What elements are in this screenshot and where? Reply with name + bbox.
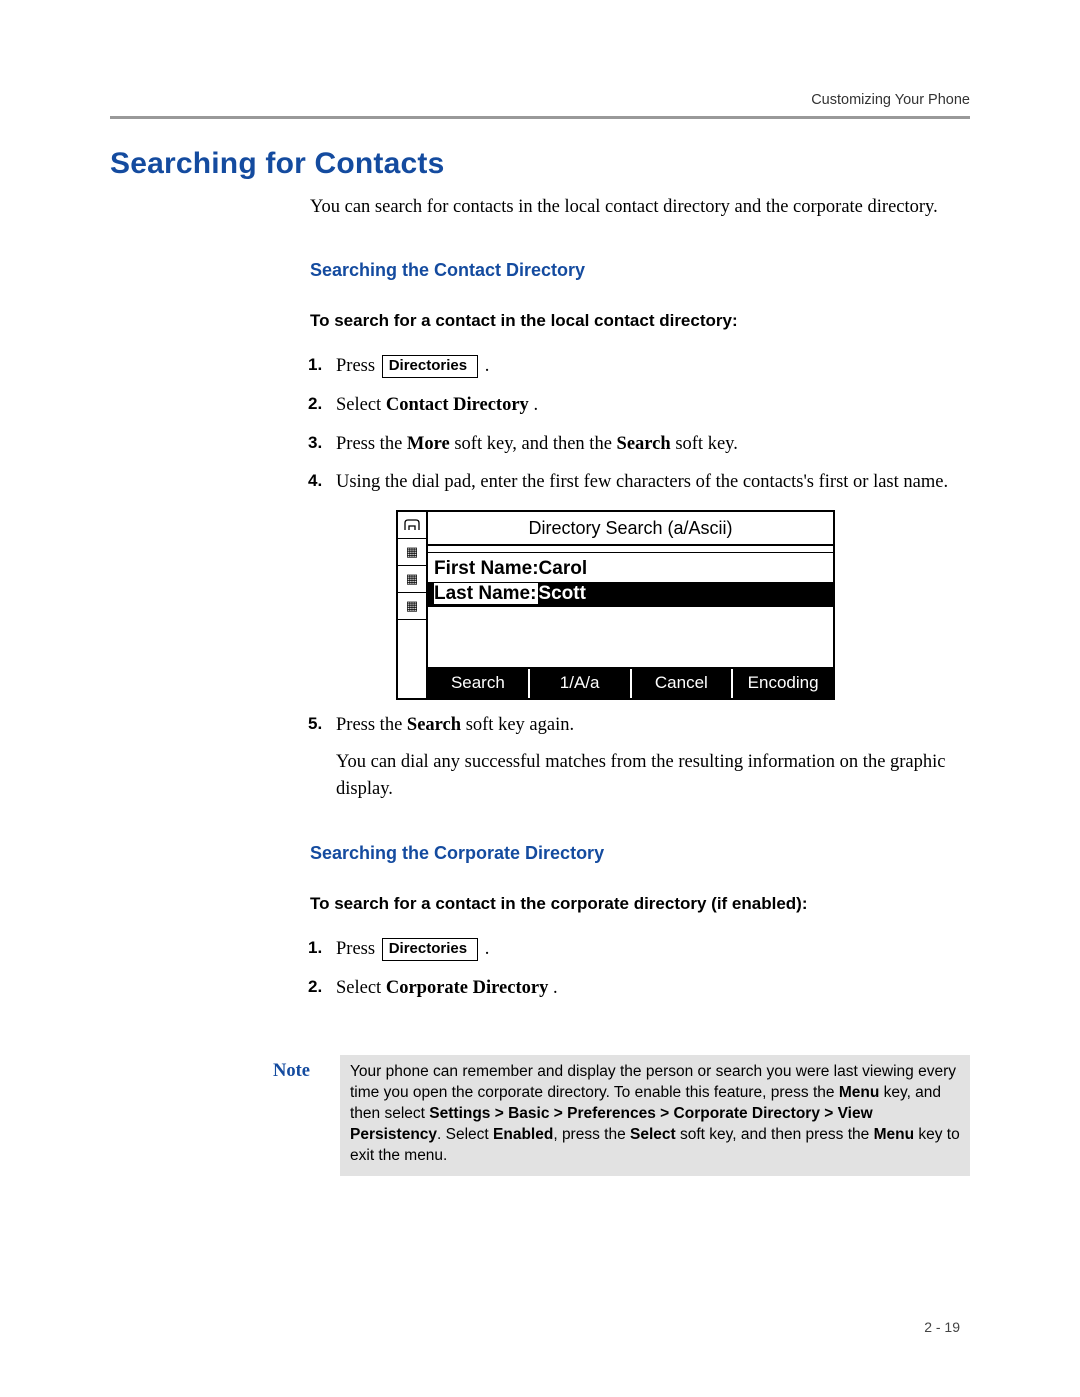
page-body: Customizing Your Phone Searching for Con… <box>0 0 1080 1236</box>
field-label: Last Name: <box>434 583 538 604</box>
field-label: First Name: <box>434 558 539 579</box>
bold-text: Enabled <box>493 1126 553 1143</box>
step-2: 2. Select Contact Directory . <box>312 392 970 419</box>
text: Press the <box>336 434 407 454</box>
task-heading-1: To search for a contact in the local con… <box>310 311 970 331</box>
keypad-icon: ▦ <box>398 539 426 566</box>
text: Select <box>336 395 386 415</box>
bold-text: Search <box>617 434 671 454</box>
text: , press the <box>553 1126 630 1143</box>
field-value: Carol <box>539 558 588 579</box>
step-4: 4. Using the dial pad, enter the first f… <box>312 469 970 700</box>
bold-text: Corporate Directory <box>386 978 549 998</box>
steps-list-1: 1. Press Directories . 2. Select Contact… <box>310 353 970 803</box>
divider <box>110 116 970 119</box>
text: . <box>485 356 490 376</box>
directories-key-icon: Directories <box>382 938 478 961</box>
step-number: 1. <box>308 936 322 961</box>
directories-key-icon: Directories <box>382 355 478 378</box>
text: soft key. <box>675 434 738 454</box>
lcd-sidebar: ▦ ▦ ▦ <box>398 512 428 698</box>
text: . <box>553 978 558 998</box>
subheading-contact-dir: Searching the Contact Directory <box>310 260 970 281</box>
softkey-search: Search <box>428 669 530 699</box>
lcd-last-name-row: Last Name:Scott <box>428 582 833 607</box>
step-number: 2. <box>308 975 322 1000</box>
softkey-encoding: Encoding <box>733 669 833 699</box>
bold-text: Menu <box>874 1126 914 1143</box>
note-body: Your phone can remember and display the … <box>340 1055 970 1176</box>
step-number: 3. <box>308 431 322 456</box>
text: . <box>485 939 490 959</box>
note-label: Note <box>250 1055 310 1082</box>
text: soft key, and then the <box>454 434 616 454</box>
step-number: 4. <box>308 469 322 494</box>
softkey-bar: Search 1/A/a Cancel Encoding <box>428 667 833 699</box>
lcd-fields: First Name:Carol Last Name:Scott <box>428 553 833 608</box>
step-number: 5. <box>308 712 322 737</box>
text: Press <box>336 939 380 959</box>
phone-lcd-screenshot: ▦ ▦ ▦ Directory Search (a/Ascii) First N… <box>396 510 835 700</box>
text: . Select <box>437 1126 493 1143</box>
step-5: 5. Press the Search soft key again. You … <box>312 712 970 802</box>
keypad-icon: ▦ <box>398 566 426 593</box>
step-number: 2. <box>308 392 322 417</box>
bold-text: Search <box>407 715 461 735</box>
text: Select <box>336 978 386 998</box>
text: soft key, and then press the <box>676 1126 874 1143</box>
intro-paragraph: You can search for contacts in the local… <box>310 195 970 220</box>
keypad-icon: ▦ <box>398 593 426 620</box>
text: . <box>533 395 538 415</box>
bold-text: Contact Directory <box>386 395 529 415</box>
bold-text: Menu <box>839 1084 879 1101</box>
step-2: 2. Select Corporate Directory . <box>312 975 970 1002</box>
text: Press <box>336 356 380 376</box>
followon-text: You can dial any successful matches from… <box>336 749 970 803</box>
text: soft key again. <box>466 715 574 735</box>
bold-text: Select <box>630 1126 676 1143</box>
subheading-corp-dir: Searching the Corporate Directory <box>310 843 970 864</box>
text: Press the <box>336 715 407 735</box>
task-heading-2: To search for a contact in the corporate… <box>310 894 970 914</box>
text: Using the dial pad, enter the first few … <box>336 472 948 492</box>
step-3: 3. Press the More soft key, and then the… <box>312 431 970 458</box>
page-number: 2 - 19 <box>924 1319 960 1335</box>
step-1: 1. Press Directories . <box>312 353 970 380</box>
lcd-title: Directory Search (a/Ascii) <box>428 512 833 546</box>
step-1: 1. Press Directories . <box>312 936 970 963</box>
running-header: Customizing Your Phone <box>110 92 970 108</box>
field-value: Scott <box>538 583 586 604</box>
content-column: You can search for contacts in the local… <box>310 195 970 1001</box>
bold-text: More <box>407 434 450 454</box>
softkey-cancel: Cancel <box>632 669 734 699</box>
phone-icon <box>398 512 426 539</box>
step-number: 1. <box>308 353 322 378</box>
page-title: Searching for Contacts <box>110 147 970 181</box>
steps-list-2: 1. Press Directories . 2. Select Corpora… <box>310 936 970 1002</box>
softkey-mode: 1/A/a <box>530 669 632 699</box>
lcd-first-name-row: First Name:Carol <box>434 557 827 582</box>
note-block: Note Your phone can remember and display… <box>250 1055 970 1176</box>
